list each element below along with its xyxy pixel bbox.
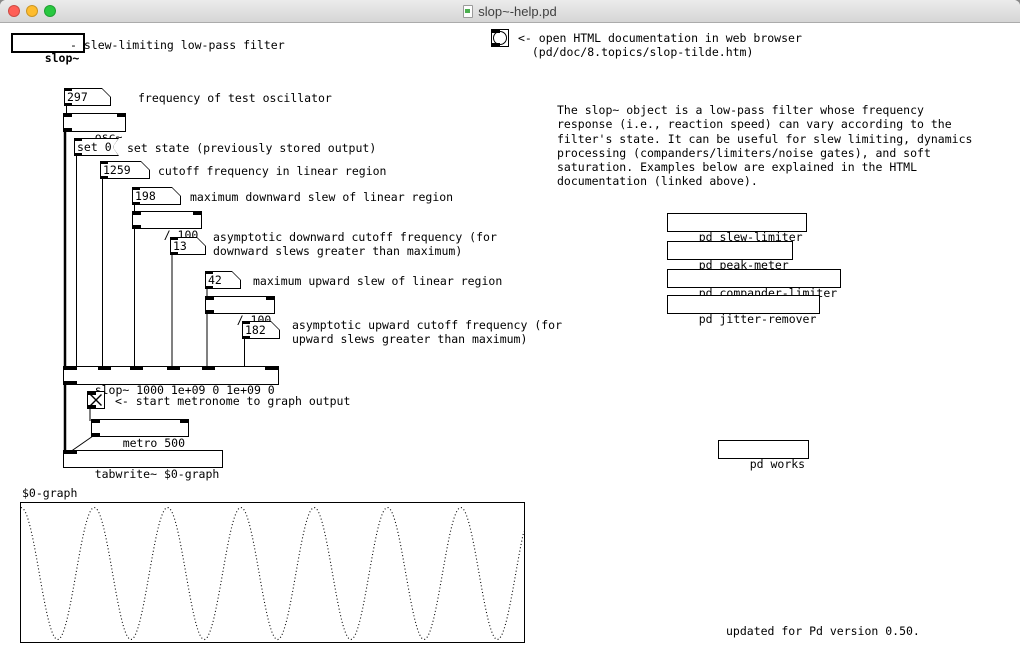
subpatch-jitter-remover[interactable]: pd jitter-remover — [667, 295, 820, 314]
titlebar: slop~-help.pd — [0, 0, 1020, 23]
window-title: slop~-help.pd — [478, 4, 556, 19]
comment-max-upward-slew: maximum upward slew of linear region — [253, 274, 502, 288]
graph-wave-path — [21, 508, 524, 640]
object-box-slop[interactable]: slop~ 1000 1e+09 0 1e+09 0 — [63, 366, 279, 385]
message-box-set-state[interactable]: set 0 — [74, 138, 119, 156]
subpatch-slew-limiter[interactable]: pd slew-limiter — [667, 213, 807, 232]
open-docs-comment: <- open HTML documentation in web browse… — [518, 31, 802, 59]
comment-oscillator-frequency: frequency of test oscillator — [138, 91, 332, 105]
open-docs-bang-button[interactable] — [491, 29, 509, 47]
metronome-toggle[interactable] — [87, 391, 105, 409]
pd-patch-window: slop~ - slew-limiting low-pass filter <-… — [0, 0, 1020, 664]
array-graph — [20, 502, 525, 643]
subpatch-compander-limiter[interactable]: pd compander-limiter — [667, 269, 841, 288]
comment-set-state: set state (previously stored output) — [127, 141, 376, 155]
description-comment: The slop~ object is a low-pass filter wh… — [557, 103, 972, 189]
comment-upward-asymptotic-cutoff: asymptotic upward cutoff frequency (for … — [292, 318, 562, 346]
subpatch-peak-meter[interactable]: pd peak-meter — [667, 241, 793, 260]
comment-max-downward-slew: maximum downward slew of linear region — [190, 190, 453, 204]
footer-version-comment: updated for Pd version 0.50. — [726, 624, 920, 638]
subject-label: slop~ — [45, 51, 80, 65]
object-box-metro[interactable]: metro 500 — [91, 419, 189, 437]
document-icon — [463, 5, 473, 18]
subpatch-works[interactable]: pd works — [718, 440, 809, 459]
subject-comment: - slew-limiting low-pass filter — [70, 38, 285, 52]
comment-downward-asymptotic-cutoff: asymptotic downward cutoff frequency (fo… — [213, 230, 497, 258]
object-box-tabwrite[interactable]: tabwrite~ $0-graph — [63, 450, 223, 468]
comment-metronome-toggle: <- start metronome to graph output — [115, 394, 350, 408]
number-box-cutoff-frequency[interactable]: 1259 — [100, 161, 150, 179]
number-box-oscillator-frequency[interactable]: 297 — [64, 88, 111, 106]
object-box-divide-100-up[interactable]: / 100 — [205, 296, 275, 314]
comment-cutoff-frequency: cutoff frequency in linear region — [158, 164, 386, 178]
object-box-divide-100-down[interactable]: / 100 — [132, 211, 202, 229]
graph-label: $0-graph — [22, 486, 77, 500]
object-box-osc[interactable]: osc~ — [63, 113, 126, 132]
number-box-max-downward-slew[interactable]: 198 — [132, 187, 181, 205]
graph-canvas — [21, 503, 524, 642]
